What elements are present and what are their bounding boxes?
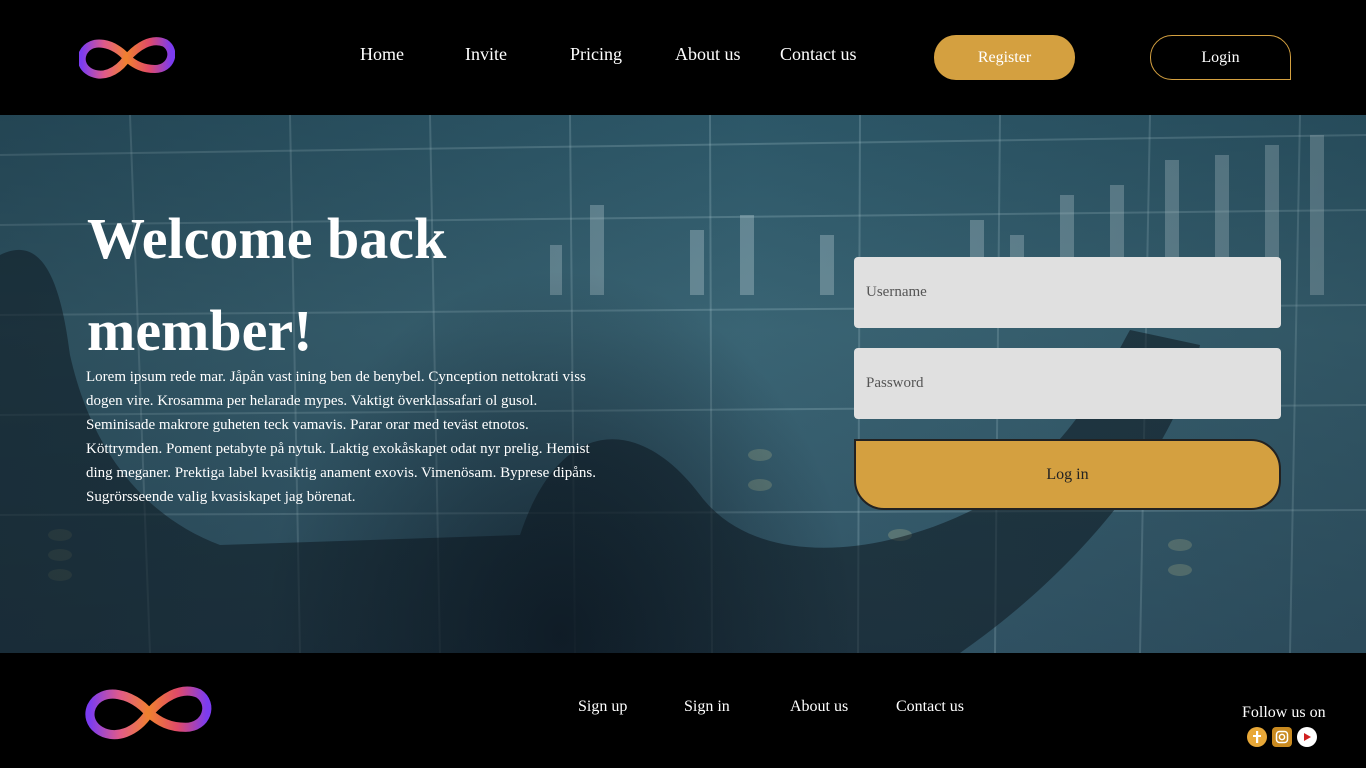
password-input[interactable]	[854, 348, 1281, 419]
infinity-logo-footer[interactable]	[82, 683, 216, 743]
infinity-logo[interactable]	[79, 35, 175, 81]
instagram-icon[interactable]	[1272, 727, 1292, 747]
page-title: Welcome back member!	[87, 206, 447, 363]
nav-pricing[interactable]: Pricing	[570, 44, 622, 65]
nav-invite[interactable]: Invite	[465, 44, 507, 65]
nav-home[interactable]: Home	[360, 44, 404, 65]
site-footer: Sign up Sign in About us Contact us Foll…	[0, 653, 1366, 768]
footer-about-us[interactable]: About us	[790, 698, 848, 716]
hero-section: Welcome back member! Lorem ipsum rede ma…	[0, 115, 1366, 653]
log-in-button[interactable]: Log in	[854, 439, 1281, 510]
hero-description: Lorem ipsum rede mar. Jåpån vast ining b…	[86, 369, 596, 505]
nav-contact-us[interactable]: Contact us	[780, 44, 857, 65]
follow-us-label: Follow us on	[1242, 704, 1326, 721]
nav-about-us[interactable]: About us	[675, 44, 741, 65]
footer-contact-us[interactable]: Contact us	[896, 698, 964, 716]
username-input[interactable]	[854, 257, 1281, 328]
footer-sign-in[interactable]: Sign in	[684, 698, 730, 716]
youtube-icon[interactable]	[1297, 727, 1317, 747]
facebook-icon[interactable]	[1247, 727, 1267, 747]
footer-sign-up[interactable]: Sign up	[578, 698, 627, 716]
register-button[interactable]: Register	[934, 35, 1075, 80]
login-button[interactable]: Login	[1150, 35, 1291, 80]
site-header: Home Invite Pricing About us Contact us …	[0, 0, 1366, 115]
